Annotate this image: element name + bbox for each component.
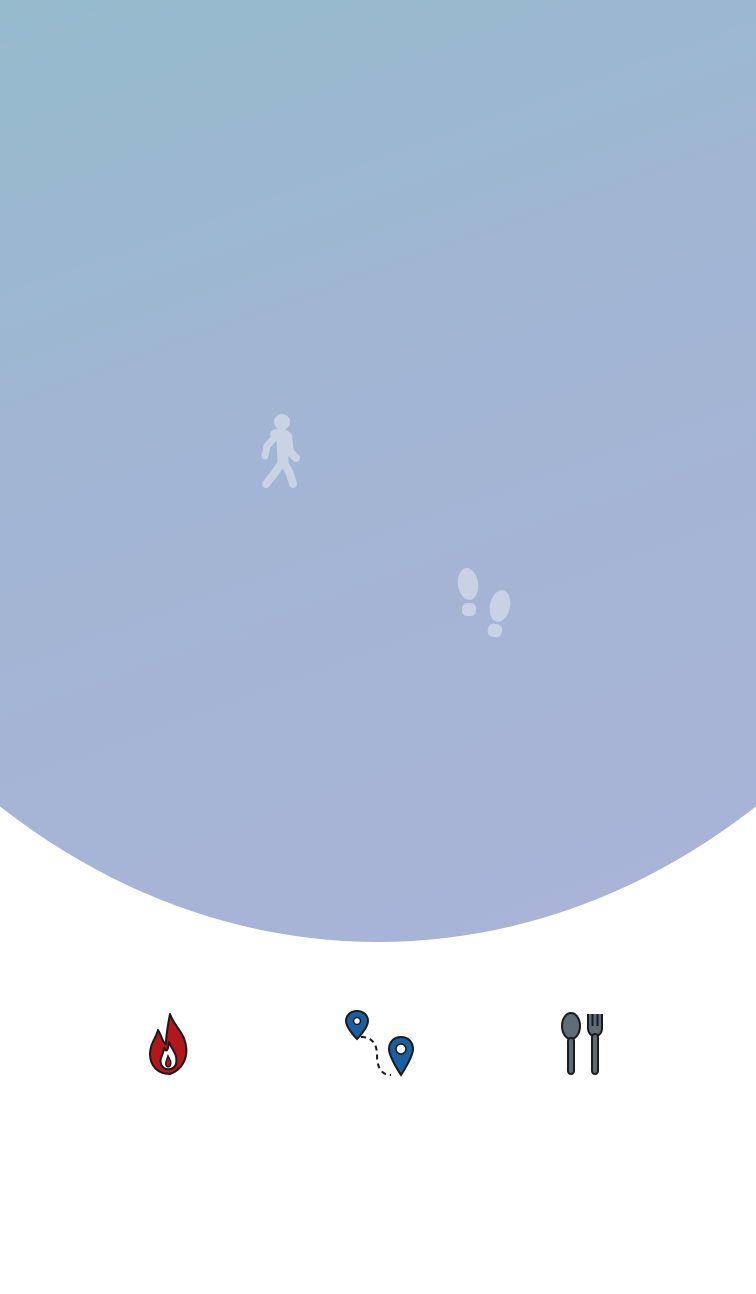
- distance-stat-button[interactable]: [334, 1000, 424, 1090]
- nutrition-stat-button[interactable]: [540, 1000, 630, 1090]
- hero-background: [0, 0, 756, 942]
- walking-person-icon: [252, 412, 304, 490]
- spoon-fork-icon: [561, 1012, 603, 1075]
- route-pins-icon: [344, 1009, 415, 1077]
- fire-icon: [149, 1013, 188, 1075]
- stats-row: [0, 1000, 756, 1090]
- calories-stat-button[interactable]: [124, 1000, 214, 1090]
- app-screen: [0, 0, 756, 1294]
- footprints-icon: [452, 566, 518, 642]
